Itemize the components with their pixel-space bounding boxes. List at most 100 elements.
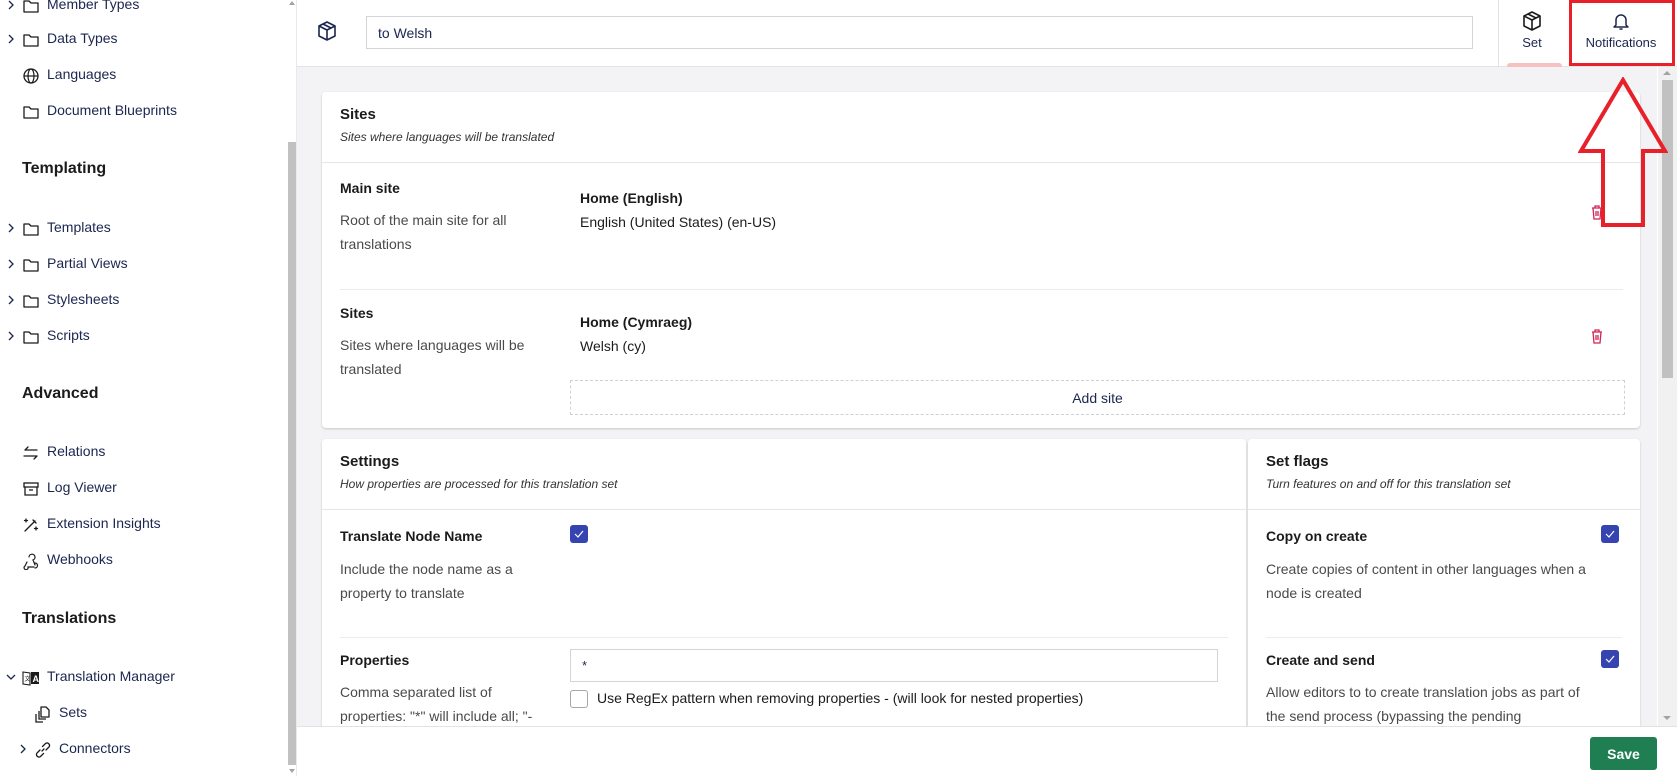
- chevron-right-icon[interactable]: [6, 0, 16, 10]
- settings-card-header: Settings How properties are processed fo…: [322, 439, 1246, 510]
- translate-node-name-description: Include the node name as a property to t…: [340, 561, 513, 601]
- scroll-up-arrow-icon[interactable]: [1663, 71, 1671, 75]
- card-title: Sites: [340, 106, 376, 123]
- properties-description: Comma separated list of properties: "*" …: [340, 684, 533, 724]
- sidebar-item-document-blueprints[interactable]: Document Blueprints: [0, 96, 288, 126]
- sidebar-item-label: Templates: [47, 219, 111, 235]
- create-and-send-checkbox[interactable]: [1601, 650, 1619, 668]
- archive-icon: [23, 482, 39, 496]
- sidebar-item-webhooks[interactable]: Webhooks: [0, 545, 288, 575]
- regex-checkbox[interactable]: [570, 690, 588, 708]
- package-icon: [1523, 11, 1541, 31]
- copy-icon: [35, 706, 50, 723]
- tab-notifications[interactable]: Notifications: [1569, 0, 1673, 66]
- svg-text:文: 文: [25, 675, 31, 683]
- sidebar-item-label: Languages: [47, 66, 117, 82]
- sidebar-item-label: Member Types: [47, 0, 140, 12]
- chevron-down-icon[interactable]: [6, 672, 16, 682]
- site-language: Welsh (cy): [580, 338, 646, 354]
- chevron-right-icon[interactable]: [6, 223, 16, 233]
- site-name: Home (Cymraeg): [580, 314, 693, 330]
- copy-on-create-checkbox[interactable]: [1601, 525, 1619, 543]
- sites-description: Sites where languages will be translated: [340, 337, 525, 377]
- translate-node-name-checkbox[interactable]: [570, 525, 588, 543]
- editor-header: Set Notifications: [297, 0, 1677, 67]
- add-site-button[interactable]: Add site: [570, 380, 1625, 415]
- link-icon: [35, 742, 51, 758]
- sidebar-item-member-types[interactable]: Member Types: [0, 0, 288, 20]
- regex-checkbox-label: Use RegEx pattern when removing properti…: [597, 690, 1084, 706]
- sidebar-heading-translations: Translations: [22, 610, 117, 627]
- tab-label: Set: [1522, 35, 1542, 50]
- tab-label: Notifications: [1585, 35, 1657, 50]
- trash-icon[interactable]: [1589, 328, 1605, 344]
- sidebar-item-sets[interactable]: Sets: [0, 698, 288, 728]
- translate-icon: A文: [22, 671, 40, 686]
- tab-set[interactable]: Set: [1504, 0, 1560, 66]
- sidebar-item-label: Connectors: [59, 740, 131, 756]
- save-button[interactable]: Save: [1590, 737, 1657, 770]
- folder-icon: [23, 331, 39, 344]
- sidebar-item-templates[interactable]: Templates: [0, 213, 288, 243]
- chevron-right-icon[interactable]: [6, 295, 16, 305]
- header-divider: [1498, 0, 1499, 67]
- create-and-send-label: Create and send: [1266, 652, 1375, 668]
- webhook-icon: [23, 553, 39, 570]
- main-site-label: Main site: [340, 180, 400, 196]
- main-scrollbar[interactable]: [1658, 67, 1677, 726]
- svg-text:A: A: [33, 674, 40, 684]
- sidebar-item-languages[interactable]: Languages: [0, 60, 288, 90]
- sidebar-item-scripts[interactable]: Scripts: [0, 321, 288, 351]
- sidebar-item-label: Webhooks: [47, 551, 113, 567]
- sidebar-scrollbar[interactable]: [288, 0, 297, 776]
- scroll-up-arrow-icon[interactable]: [289, 1, 295, 5]
- sidebar-item-connectors[interactable]: Connectors: [0, 734, 288, 764]
- row-divider: [340, 637, 1228, 638]
- sidebar-heading-templating: Templating: [22, 160, 107, 177]
- sidebar-item-translation-manager[interactable]: A文 Translation Manager: [0, 662, 288, 692]
- properties-input[interactable]: [570, 649, 1218, 682]
- copy-on-create-description: Create copies of content in other langua…: [1266, 561, 1586, 601]
- sidebar-item-data-types[interactable]: Data Types: [0, 24, 288, 54]
- chevron-right-icon[interactable]: [18, 744, 28, 754]
- chevron-right-icon[interactable]: [6, 331, 16, 341]
- sidebar-item-partial-views[interactable]: Partial Views: [0, 249, 288, 279]
- sidebar-item-relations[interactable]: Relations: [0, 437, 288, 467]
- sidebar-item-label: Scripts: [47, 327, 90, 343]
- globe-icon: [23, 68, 39, 84]
- properties-label: Properties: [340, 652, 410, 668]
- sidebar-item-stylesheets[interactable]: Stylesheets: [0, 285, 288, 315]
- main-scrollbar-thumb[interactable]: [1662, 80, 1673, 378]
- sidebar-heading-advanced: Advanced: [22, 385, 99, 402]
- scroll-down-arrow-icon[interactable]: [1663, 716, 1671, 720]
- chevron-right-icon[interactable]: [6, 34, 16, 44]
- card-title: Settings: [340, 453, 400, 470]
- create-and-send-description: Allow editors to to create translation j…: [1266, 684, 1580, 724]
- card-subtitle: Turn features on and off for this transl…: [1266, 477, 1511, 491]
- chevron-right-icon[interactable]: [6, 259, 16, 269]
- sidebar-item-label: Translation Manager: [47, 668, 175, 684]
- row-divider: [1266, 637, 1622, 638]
- settings-card: Settings How properties are processed fo…: [322, 439, 1246, 726]
- folder-icon: [23, 34, 39, 47]
- folder-icon: [23, 106, 39, 119]
- sidebar-item-label: Relations: [47, 443, 106, 459]
- sidebar-item-extension-insights[interactable]: Extension Insights: [0, 509, 288, 539]
- editor-main: Sites Sites where languages will be tran…: [297, 67, 1657, 726]
- translate-node-name-label: Translate Node Name: [340, 528, 483, 544]
- set-name-input[interactable]: [366, 16, 1473, 49]
- checkmark-icon: [1605, 530, 1615, 538]
- checkmark-icon: [574, 530, 584, 538]
- sidebar-item-label: Stylesheets: [47, 291, 120, 307]
- copy-on-create-label: Copy on create: [1266, 528, 1368, 544]
- editor-footer: Save: [297, 726, 1677, 776]
- folder-icon: [23, 0, 39, 13]
- sidebar-item-log-viewer[interactable]: Log Viewer: [0, 473, 288, 503]
- main-site-description: Root of the main site for all translatio…: [340, 212, 507, 252]
- trash-icon[interactable]: [1589, 204, 1605, 220]
- package-icon: [318, 21, 336, 41]
- scroll-down-arrow-icon[interactable]: [289, 769, 295, 773]
- sidebar-scrollbar-thumb[interactable]: [288, 142, 296, 765]
- sidebar-item-label: Document Blueprints: [47, 102, 177, 118]
- arrows-left-right-icon: [23, 446, 38, 460]
